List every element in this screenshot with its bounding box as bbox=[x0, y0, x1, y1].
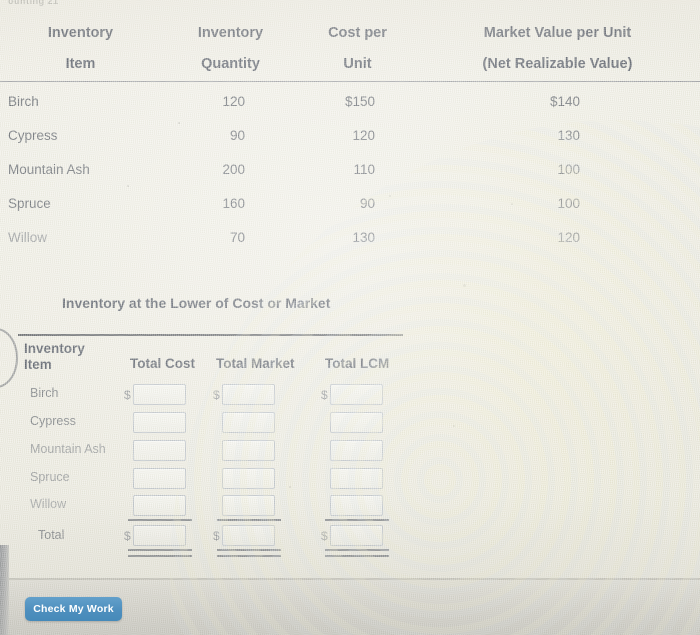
input-total-lcm-sum[interactable] bbox=[330, 525, 383, 546]
input-total-cost-cypress[interactable] bbox=[133, 412, 186, 433]
lcm-header-item: Inventory Item bbox=[24, 341, 85, 373]
currency-symbol-lcm-birch: $ bbox=[321, 388, 328, 402]
lcm-row-label-cypress: Cypress bbox=[30, 414, 76, 428]
input-total-cost-birch[interactable] bbox=[133, 384, 186, 405]
subtotal-rule-cost bbox=[128, 519, 192, 521]
input-total-market-willow[interactable] bbox=[222, 495, 275, 516]
lcm-worksheet-table: Inventory Item Total Cost Total Market T… bbox=[0, 0, 700, 635]
subtotal-rule-market bbox=[217, 519, 281, 521]
input-total-market-cypress[interactable] bbox=[222, 412, 275, 433]
currency-symbol-market-total: $ bbox=[213, 529, 220, 543]
input-total-market-spruce[interactable] bbox=[222, 468, 275, 489]
currency-symbol-cost-total: $ bbox=[124, 529, 131, 543]
input-total-lcm-mountain-ash[interactable] bbox=[330, 440, 383, 461]
lcm-row-label-mountain-ash: Mountain Ash bbox=[30, 442, 106, 456]
input-total-lcm-spruce[interactable] bbox=[330, 468, 383, 489]
input-total-lcm-birch[interactable] bbox=[330, 384, 383, 405]
dust-speck bbox=[289, 486, 291, 488]
lcm-header-total-market: Total Market bbox=[216, 356, 295, 371]
input-total-market-mountain-ash[interactable] bbox=[222, 440, 275, 461]
grandtotal-rule-lcm bbox=[325, 549, 389, 557]
lcm-row-label-spruce: Spruce bbox=[30, 470, 70, 484]
input-total-market-birch[interactable] bbox=[222, 384, 275, 405]
worksheet-screenshot: ounting 21 Inventory Item Inventory Quan… bbox=[0, 0, 700, 635]
page-left-edge-shadow bbox=[0, 545, 9, 635]
lcm-row-label-willow: Willow bbox=[30, 497, 67, 511]
grandtotal-rule-market bbox=[217, 549, 281, 557]
lcm-row-label-total: Total bbox=[38, 528, 65, 542]
subtotal-rule-lcm bbox=[325, 519, 389, 521]
input-total-lcm-willow[interactable] bbox=[330, 495, 383, 516]
lcm-header-total-lcm: Total LCM bbox=[325, 356, 390, 371]
dust-speck bbox=[453, 425, 455, 427]
input-total-market-sum[interactable] bbox=[222, 525, 275, 546]
input-total-cost-willow[interactable] bbox=[133, 495, 186, 516]
currency-symbol-cost-birch: $ bbox=[124, 388, 131, 402]
input-total-cost-spruce[interactable] bbox=[133, 468, 186, 489]
dust-speck bbox=[463, 284, 466, 287]
dust-speck bbox=[178, 122, 180, 124]
dust-speck bbox=[127, 185, 129, 187]
lcm-header-item-line1: Inventory bbox=[24, 341, 85, 356]
dust-speck bbox=[389, 195, 391, 197]
input-total-lcm-cypress[interactable] bbox=[330, 412, 383, 433]
cutoff-header-fragment: ounting 21 bbox=[8, 0, 59, 6]
grandtotal-rule-cost bbox=[128, 549, 192, 557]
check-my-work-button[interactable]: Check My Work bbox=[25, 597, 122, 621]
lcm-row-label-birch: Birch bbox=[30, 386, 59, 400]
input-total-cost-sum[interactable] bbox=[133, 525, 186, 546]
dust-speck bbox=[511, 203, 513, 205]
currency-symbol-market-birch: $ bbox=[213, 388, 220, 402]
lcm-header-total-cost: Total Cost bbox=[130, 356, 195, 371]
currency-symbol-lcm-total: $ bbox=[321, 529, 328, 543]
input-total-cost-mountain-ash[interactable] bbox=[133, 440, 186, 461]
lcm-header-item-line2: Item bbox=[24, 357, 52, 372]
